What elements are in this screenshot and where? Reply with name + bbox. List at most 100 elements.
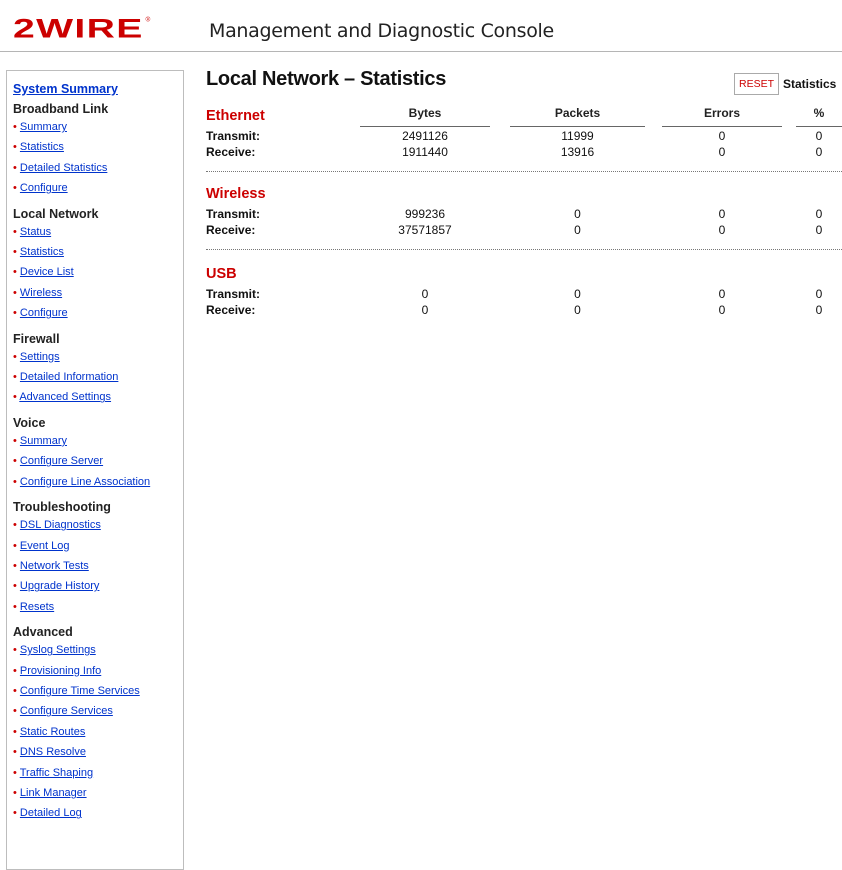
sidebar-item: • Network Tests [13, 559, 89, 572]
column-header-percent: % [813, 106, 825, 120]
receive-percent-value: 0 [815, 223, 823, 237]
sidebar-section: Advanced • Syslog Settings • Provisioning … [13, 625, 183, 824]
sidebar-item-link[interactable]: Statistics [20, 141, 64, 153]
sidebar-item-link[interactable]: Settings [20, 351, 60, 363]
sidebar-item-link[interactable]: Configure [20, 307, 68, 319]
console-title: Management and Diagnostic Console [209, 20, 554, 42]
sidebar-item-link[interactable]: Device List [20, 266, 74, 278]
sidebar-item: • DSL Diagnostics [13, 519, 101, 532]
sidebar-link-system-summary[interactable]: System Summary [13, 82, 183, 96]
sidebar-item: • Link Manager [13, 786, 87, 799]
sidebar-item: • Settings [13, 350, 60, 363]
svg-text:2WIRE: 2WIRE [13, 14, 144, 42]
sidebar-item-link[interactable]: Traffic Shaping [20, 767, 93, 779]
transmit-label: Transmit: [206, 207, 261, 221]
sidebar-item-link[interactable]: Upgrade History [20, 580, 99, 592]
sidebar-item-link[interactable]: Configure Services [20, 705, 113, 717]
receive-label: Receive: [206, 303, 256, 317]
section-divider [206, 249, 842, 250]
2wire-logo: 2WIRE ® [13, 14, 151, 42]
header-divider [0, 51, 842, 52]
sidebar-section-heading: Voice [13, 415, 46, 430]
receive-packets-value: 13916 [560, 145, 595, 159]
column-rule [510, 126, 645, 127]
transmit-label: Transmit: [206, 287, 261, 301]
receive-percent-value: 0 [815, 145, 823, 159]
sidebar-item-link[interactable]: Statistics [20, 246, 64, 258]
receive-bytes-value: 1911440 [402, 145, 448, 159]
sidebar-item: • Upgrade History [13, 580, 100, 593]
sidebar-item-link[interactable]: Resets [20, 601, 54, 613]
sidebar-item: • Event Log [13, 539, 70, 552]
transmit-errors-value: 0 [718, 207, 726, 221]
sidebar-item: • Provisioning Info [13, 664, 102, 677]
statistics-label: Statistics [783, 77, 837, 91]
sidebar-item-link[interactable]: Detailed Information [20, 371, 118, 383]
page-title: Local Network – Statistics [206, 68, 447, 90]
receive-bytes-value: 37571857 [398, 223, 452, 237]
sidebar-section-heading: Local Network [13, 206, 99, 221]
receive-packets-value: 0 [574, 223, 581, 237]
sidebar-item-link[interactable]: Link Manager [20, 787, 87, 799]
sidebar-item: • Detailed Log [13, 807, 82, 820]
transmit-bytes-value: 2491126 [402, 129, 448, 143]
sidebar-item-link[interactable]: Provisioning Info [20, 665, 101, 677]
sidebar-item-link[interactable]: Configure [20, 182, 68, 194]
sidebar-item: • Statistics [13, 246, 64, 259]
sidebar-item-link[interactable]: Detailed Statistics [20, 162, 107, 174]
sidebar-item: • Syslog Settings [13, 644, 96, 657]
sidebar-item: • Configure [13, 307, 68, 320]
sidebar-item-link[interactable]: DNS Resolve [20, 746, 86, 758]
sidebar-item-link[interactable]: Summary [20, 435, 67, 447]
transmit-percent-value: 0 [815, 207, 823, 221]
sidebar-item: • Resets [13, 600, 55, 613]
sidebar-item-link[interactable]: Configure Time Services [20, 685, 140, 697]
sidebar-item-link[interactable]: Network Tests [20, 560, 89, 572]
sidebar-section: Local Network • Status • Statistics • Devic… [13, 207, 183, 324]
sidebar-item-link[interactable]: Status [20, 226, 51, 238]
sidebar-item-link[interactable]: DSL Diagnostics [20, 519, 101, 531]
receive-packets-value: 0 [574, 303, 581, 317]
sidebar-item: • Statistics [13, 141, 64, 154]
transmit-errors-value: 0 [718, 129, 726, 143]
sidebar-item: • Detailed Statistics [13, 161, 108, 174]
column-header-packets: Packets [554, 106, 601, 120]
reset-button[interactable]: RESET [734, 73, 779, 95]
sidebar-section: Voice • Summary • Configure Server • Config… [13, 416, 183, 492]
svg-text:®: ® [146, 15, 151, 23]
receive-errors-value: 0 [718, 223, 726, 237]
sidebar-item-link[interactable]: Configure Line Association [20, 476, 150, 488]
column-rule [662, 126, 782, 127]
sidebar-item-link[interactable]: Static Routes [20, 726, 85, 738]
transmit-percent-value: 0 [815, 287, 823, 301]
sidebar-item: • Advanced Settings [13, 391, 112, 404]
sidebar-item: • Traffic Shaping [13, 766, 94, 779]
column-rule [360, 126, 490, 127]
sidebar-item: • Configure Server [13, 455, 104, 468]
sidebar-item-link[interactable]: Summary [20, 121, 67, 133]
receive-label: Receive: [206, 145, 256, 159]
sidebar-section-heading: Advanced [13, 625, 73, 640]
sidebar-nav: System Summary Broadband Link • Summary • … [6, 70, 184, 870]
sidebar-item: • Device List [13, 266, 74, 279]
column-header-bytes: Bytes [408, 106, 442, 120]
sidebar-item: • Static Routes [13, 725, 86, 738]
sidebar-item-link[interactable]: Event Log [20, 540, 70, 552]
sidebar-item-link[interactable]: Advanced Settings [19, 391, 111, 403]
sidebar-item-link[interactable]: Wireless [20, 287, 62, 299]
receive-bytes-value: 0 [421, 303, 429, 317]
section-label-ethernet: Ethernet [206, 108, 265, 124]
receive-errors-value: 0 [718, 145, 726, 159]
sidebar-item-link[interactable]: Syslog Settings [20, 644, 96, 656]
section-label-wireless: Wireless [206, 186, 266, 202]
sidebar-item: • Configure [13, 182, 68, 195]
sidebar-section-heading: Firewall [13, 331, 60, 346]
sidebar-item: • Wireless [13, 286, 63, 299]
sidebar-item: • Configure Time Services [13, 684, 140, 697]
transmit-label: Transmit: [206, 129, 261, 143]
sidebar-item-link[interactable]: Detailed Log [20, 807, 82, 819]
sidebar-item: • Summary [13, 121, 67, 133]
sidebar-item-link[interactable]: Configure Server [20, 455, 103, 467]
sidebar-section: Firewall • Settings • Detailed Information… [13, 332, 183, 408]
receive-label: Receive: [206, 223, 256, 237]
